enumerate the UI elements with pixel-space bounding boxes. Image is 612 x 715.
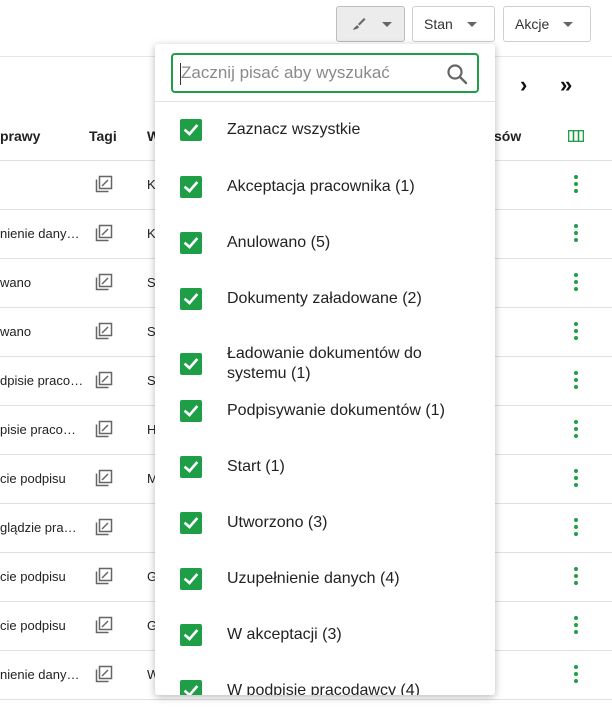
column-header-partial[interactable]: sów [494, 128, 521, 144]
checkbox-checked-icon[interactable] [180, 568, 202, 590]
edit-tags-icon[interactable] [95, 420, 113, 438]
option-label: Ładowanie dokumentów do systemu (1) [227, 345, 422, 382]
status-cell: wano [0, 275, 32, 290]
option-label: Utworzono (3) [227, 514, 328, 531]
checkbox-checked-icon[interactable] [180, 512, 202, 534]
edit-tags-icon[interactable] [95, 616, 113, 634]
row-menu-icon[interactable] [574, 616, 579, 634]
row-menu-icon[interactable] [574, 567, 579, 585]
status-option[interactable]: Akceptacja pracownika (1) [155, 164, 495, 210]
search-box[interactable] [171, 53, 479, 93]
edit-tags-icon[interactable] [95, 175, 113, 193]
option-label: Podpisywanie dokumentów (1) [227, 402, 445, 419]
option-label: W akceptacji (3) [227, 626, 342, 643]
edit-tags-icon[interactable] [95, 567, 113, 585]
checkbox-checked-icon[interactable] [180, 288, 202, 310]
columns-icon[interactable] [568, 130, 584, 142]
select-all-option[interactable]: Zaznacz wszystkie [155, 107, 495, 153]
stan-label: Stan [424, 16, 453, 32]
option-label: Start (1) [227, 458, 285, 475]
status-option[interactable]: Uzupełnienie danych (4) [155, 556, 495, 602]
status-cell: cie podpisu [0, 569, 66, 584]
brush-icon [353, 18, 366, 30]
status-option[interactable]: Utworzono (3) [155, 500, 495, 546]
edit-tags-icon[interactable] [95, 224, 113, 242]
status-option[interactable]: W akceptacji (3) [155, 612, 495, 658]
edit-tags-icon[interactable] [95, 322, 113, 340]
option-label: Uzupełnienie danych (4) [227, 570, 400, 587]
option-label: Zaznacz wszystkie [227, 121, 361, 138]
status-option[interactable]: Anulowano (5) [155, 220, 495, 266]
akcje-label: Akcje [515, 16, 550, 32]
status-option[interactable]: W podpisie pracodawcy (4) [155, 668, 495, 695]
row-menu-icon[interactable] [574, 665, 579, 683]
status-option[interactable]: Podpisywanie dokumentów (1) [155, 388, 495, 434]
edit-tags-icon[interactable] [95, 665, 113, 683]
status-cell: nienie dany… [0, 226, 80, 241]
checkbox-checked-icon[interactable] [180, 232, 202, 254]
status-filter-dropdown: Zaznacz wszystkie Akceptacja pracownika (… [155, 44, 495, 695]
status-cell: wano [0, 324, 32, 339]
stan-dropdown-button[interactable]: Stan [412, 6, 495, 42]
option-label: W podpisie pracodawcy (4) [227, 682, 420, 695]
chevron-down-icon [563, 21, 574, 27]
row-menu-icon[interactable] [574, 322, 579, 340]
status-cell: cie podpisu [0, 618, 66, 633]
status-option[interactable]: Start (1) [155, 444, 495, 490]
search-input[interactable] [181, 62, 436, 84]
status-cell: pisie praco… [0, 422, 76, 437]
next-page-icon[interactable]: › [520, 72, 527, 98]
status-cell: cie podpisu [0, 471, 66, 486]
status-cell: nienie dany… [0, 667, 80, 682]
edit-tags-icon[interactable] [95, 518, 113, 536]
search-icon[interactable] [446, 63, 468, 85]
status-option[interactable]: Ładowanie dokumentów do systemu (1) [155, 341, 495, 387]
edit-tags-icon[interactable] [95, 469, 113, 487]
option-label: Akceptacja pracownika (1) [227, 178, 415, 195]
row-menu-icon[interactable] [574, 371, 579, 389]
row-menu-icon[interactable] [574, 175, 579, 193]
chevron-down-icon [382, 21, 392, 27]
search-area [155, 44, 495, 102]
akcje-dropdown-button[interactable]: Akcje [503, 6, 591, 42]
checkbox-checked-icon[interactable] [180, 176, 202, 198]
option-label: Dokumenty załadowane (2) [227, 290, 422, 307]
checkbox-checked-icon[interactable] [180, 119, 202, 141]
status-cell: dpisie praco… [0, 373, 84, 388]
column-header-tags[interactable]: Tagi [89, 128, 117, 144]
last-page-icon[interactable]: » [560, 72, 572, 98]
checkbox-checked-icon[interactable] [180, 624, 202, 646]
edit-tags-icon[interactable] [95, 273, 113, 291]
status-cell: glądzie pra… [0, 520, 77, 535]
column-header-status[interactable]: prawy [0, 128, 40, 144]
row-menu-icon[interactable] [574, 469, 579, 487]
checkbox-checked-icon[interactable] [180, 680, 202, 695]
checkbox-checked-icon[interactable] [180, 456, 202, 478]
chevron-down-icon [466, 21, 477, 27]
row-menu-icon[interactable] [574, 420, 579, 438]
row-menu-icon[interactable] [574, 224, 579, 242]
checkbox-checked-icon[interactable] [180, 400, 202, 422]
option-label: Anulowano (5) [227, 234, 331, 251]
edit-tags-icon[interactable] [95, 371, 113, 389]
row-menu-icon[interactable] [574, 273, 579, 291]
row-menu-icon[interactable] [574, 518, 579, 536]
brush-filter-button[interactable] [336, 6, 405, 42]
checkbox-checked-icon[interactable] [180, 353, 202, 375]
status-option[interactable]: Dokumenty załadowane (2) [155, 276, 495, 322]
